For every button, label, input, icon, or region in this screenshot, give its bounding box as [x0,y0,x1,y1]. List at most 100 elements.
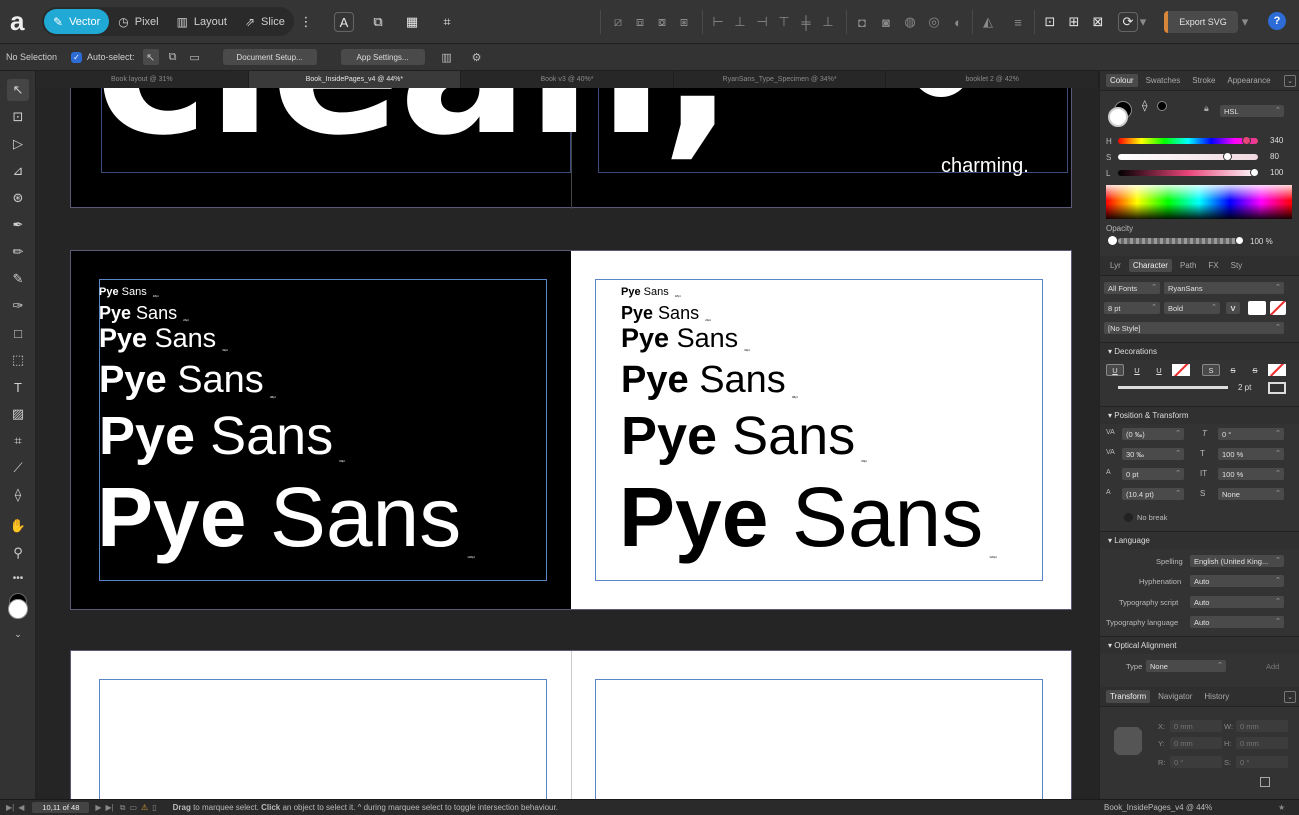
tab-layers[interactable]: Lyr [1106,259,1125,272]
opacity-slider-knob[interactable] [1235,236,1244,245]
lightness-slider[interactable] [1118,170,1258,176]
spread-icon[interactable]: ▭ [129,803,137,812]
node-tool-icon[interactable]: ▷ [7,133,29,155]
highlight-swatch[interactable] [1270,301,1286,315]
shear-transform-field[interactable]: 0 ° [1236,756,1288,768]
persona-layout[interactable]: ▥ Layout [168,9,236,34]
layer-select-icon[interactable]: ⧉ [165,49,181,65]
font-size-field[interactable]: 8 pt [1104,302,1160,314]
hscale-field[interactable]: 100 % [1218,448,1284,460]
tab-navigator[interactable]: Navigator [1154,690,1196,703]
fill-tool-icon[interactable]: ✑ [7,295,29,317]
colour-model-select[interactable]: HSL [1220,105,1284,117]
arrange-icon[interactable]: ⧆ [674,12,694,32]
boolean-divide-icon[interactable]: ◐ [948,12,968,32]
tab-ryansans-specimen[interactable]: RyanSans_Type_Specimen @ 34%* [674,71,887,88]
group-select-icon[interactable]: ▭ [187,49,203,65]
tab-character[interactable]: Character [1128,259,1172,272]
page-left[interactable]: Pye Sans 18pt Pye Sans 24pt Pye Sans 32pt P… [71,251,571,609]
optical-type-select[interactable]: None [1146,660,1226,672]
grid-icon[interactable]: ▦ [402,12,422,32]
tab-booklet-2[interactable]: booklet 2 @ 42% [886,71,1099,88]
strikethrough-icon[interactable]: S [1202,364,1220,376]
arrange-icon[interactable]: ⧈ [630,12,650,32]
x-field[interactable]: 0 mm [1170,720,1222,732]
arrange-icon[interactable]: ⧇ [652,12,672,32]
lock-icon[interactable]: 🔒︎ [1204,103,1209,114]
image-tool-icon[interactable]: ▨ [7,403,29,425]
star-icon[interactable]: ★ [1278,803,1285,812]
magic-icon[interactable]: ⟳ [1118,12,1138,32]
vscale-field[interactable]: 100 % [1218,468,1284,480]
specimen-row-18pt[interactable]: Pye Sans 18pt [621,287,681,298]
align-left-icon[interactable]: ⊢ [708,12,728,32]
boolean-icon[interactable]: ⧉ [368,12,388,32]
prev-page-icon[interactable]: ◀ [18,803,24,812]
chevron-down-icon[interactable]: ▾ [1138,12,1148,32]
flip-icon[interactable]: ◭ [978,12,998,32]
headline-text[interactable]: clean, [95,88,734,163]
optical-add-button[interactable]: Add [1266,662,1279,671]
last-page-icon[interactable]: ▶| [106,803,114,812]
boolean-add-icon[interactable]: ◘ [852,12,872,32]
underline-icon[interactable]: U [1106,364,1124,376]
eyedropper-icon[interactable]: ⟠ [1142,99,1147,112]
stroke-width-value[interactable]: 2 pt [1238,383,1251,392]
spelling-select[interactable]: English (United King... [1190,555,1284,567]
colour-spectrum[interactable] [1106,185,1292,219]
chevron-down-icon[interactable]: ⌄ [1284,74,1296,87]
boolean-intersect-icon[interactable]: ◍ [900,12,920,32]
persona-slice[interactable]: ⇗ Slice [236,9,294,34]
opacity-value[interactable]: 100 % [1250,237,1273,246]
tab-book-v3[interactable]: Book v3 @ 40%* [461,71,674,88]
help-button[interactable]: ? [1268,12,1286,30]
h-field[interactable]: 0 mm [1236,737,1288,749]
frame-text-icon[interactable]: T [7,376,29,398]
rectangle-tool-icon[interactable]: □ [7,322,29,344]
vector-brush-icon[interactable]: ✎ [7,268,29,290]
specimen-row-32pt[interactable]: Pye Sans 32pt [99,325,228,352]
text-style-select[interactable]: [No Style] [1104,322,1284,334]
artboard-tool-icon[interactable]: ⊡ [7,106,29,128]
spread-2[interactable]: Pye Sans 18pt Pye Sans 24pt Pye Sans 32pt P… [70,250,1072,610]
specimen-row-32pt[interactable]: Pye Sans 32pt [621,325,750,352]
transform-origin-icon[interactable] [1260,777,1270,787]
export-svg-button[interactable]: Export SVG [1164,11,1238,33]
baseline-field[interactable]: 0 pt [1122,468,1184,480]
saturation-slider[interactable] [1118,154,1258,160]
w-field[interactable]: 0 mm [1236,720,1288,732]
variable-font-button[interactable]: V [1226,302,1240,314]
tab-path[interactable]: Path [1176,259,1200,272]
more-icon[interactable]: ••• [7,567,29,589]
stroke-width-slider[interactable] [1118,386,1228,389]
lightness-slider-knob[interactable] [1250,168,1259,177]
strikethrough-alt-icon[interactable]: S [1224,364,1242,376]
auto-select-checkbox[interactable]: ✓ [71,51,83,63]
document-setup-button[interactable]: Document Setup... [222,49,317,65]
specimen-row-18pt[interactable]: Pye Sans 18pt [99,287,159,298]
tab-appearance[interactable]: Appearance [1223,74,1274,87]
cursor-icon[interactable]: ↖ [142,49,159,65]
chevron-down-icon[interactable]: ▾ [1240,12,1250,32]
text-frame-icon[interactable]: A [334,12,354,32]
position-header[interactable]: ▾ Position & Transform [1100,406,1299,424]
text-colour-swatch[interactable] [1248,301,1266,315]
double-underline-icon[interactable]: U [1128,364,1146,376]
tab-book-layout[interactable]: Book layout @ 31% [36,71,249,88]
shear-field[interactable]: 0 ° [1218,428,1284,440]
hyphenation-select[interactable]: Auto [1190,575,1284,587]
arrange-icon[interactable]: ⧄ [608,12,628,32]
underline-alt-icon[interactable]: U [1150,364,1168,376]
group-icon[interactable]: ⊠ [1088,12,1108,32]
tab-transform[interactable]: Transform [1106,690,1151,703]
ruler-tool-icon[interactable]: ⟋ [7,457,29,479]
distribute-icon[interactable]: ≡ [1008,12,1028,32]
persona-vector[interactable]: ✎ Vector [44,9,110,34]
align-top-icon[interactable]: ⊤ [774,12,794,32]
pages-icon[interactable]: ⧉ [120,803,126,813]
crop-tool-icon[interactable]: ⌗ [7,430,29,452]
corner-tool-icon[interactable]: ⊿ [7,160,29,182]
saturation-value[interactable]: 80 [1270,152,1279,161]
specimen-row-48pt[interactable]: Pye Sans 48pt [99,361,276,399]
pen-tool-icon[interactable]: ✒ [7,214,29,236]
